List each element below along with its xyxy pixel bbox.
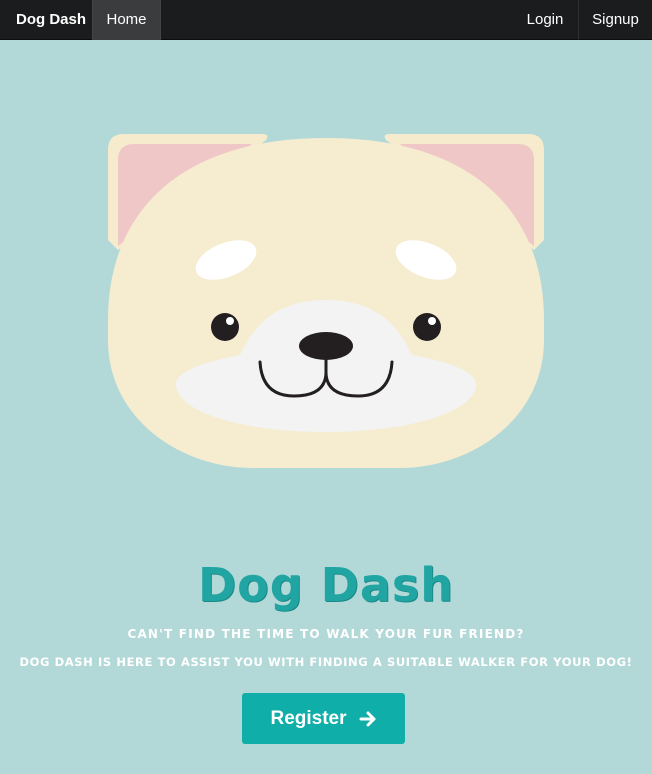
dog-face-illustration [108, 134, 544, 468]
dog-nose [299, 332, 353, 360]
nav-home[interactable]: Home [92, 0, 161, 40]
navbar: Dog Dash Home Login Signup [0, 0, 652, 40]
register-button[interactable]: Register [242, 693, 405, 744]
arrow-right-icon [359, 711, 376, 726]
hero-title: Dog Dash [197, 558, 455, 612]
tagline-question: Can't find the time to walk your fur fri… [127, 627, 525, 641]
right-eye [413, 313, 441, 341]
nav-login[interactable]: Login [512, 0, 579, 40]
left-eye [211, 313, 239, 341]
register-label: Register [270, 707, 347, 729]
brand-link[interactable]: Dog Dash [0, 0, 92, 40]
tagline-description: Dog Dash is here to assist you with find… [19, 655, 633, 669]
nav-signup[interactable]: Signup [579, 0, 652, 40]
